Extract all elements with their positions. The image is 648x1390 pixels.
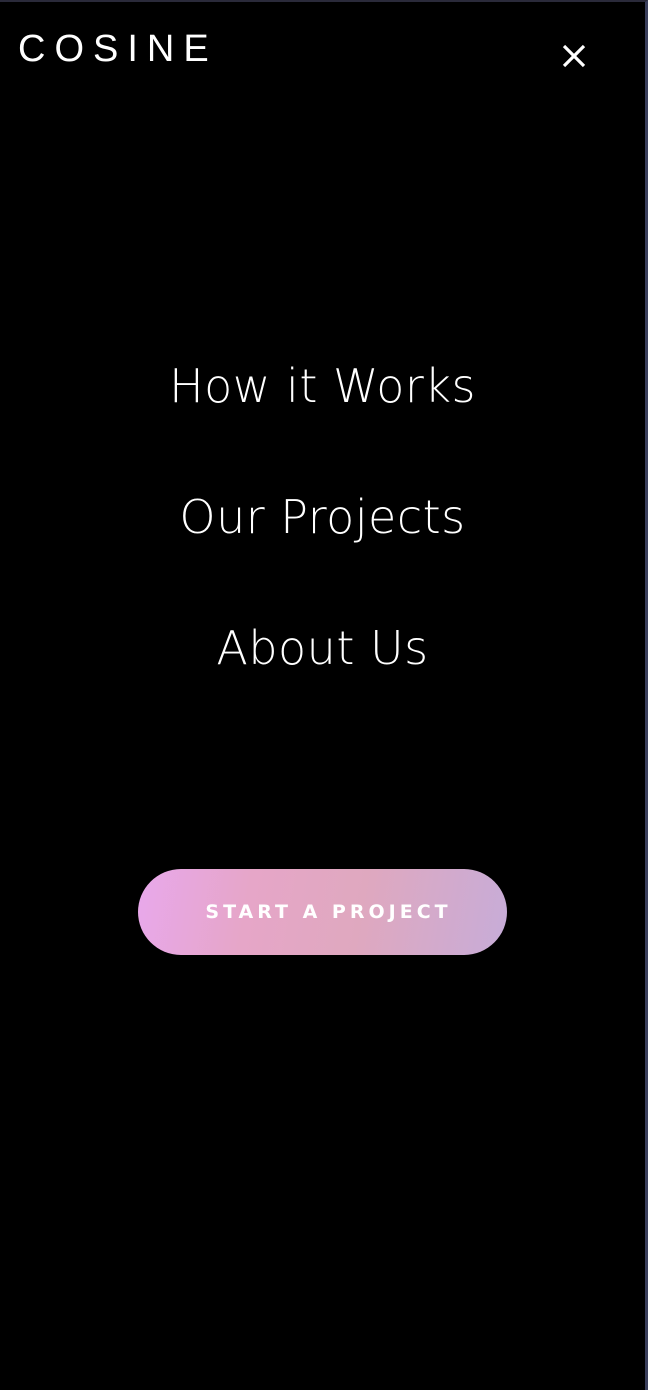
nav-link-our-projects[interactable]: Our Projects [0, 485, 645, 549]
nav-link-how-it-works[interactable]: How it Works [0, 354, 645, 418]
start-project-button[interactable]: START A PROJECT [138, 869, 507, 955]
main-nav: How it Works Our Projects About Us [0, 354, 645, 747]
site-logo[interactable]: COSINE [18, 30, 218, 68]
nav-link-about-us[interactable]: About Us [0, 616, 645, 680]
close-icon [562, 44, 586, 68]
start-project-label: START A PROJECT [205, 901, 452, 923]
close-menu-button[interactable] [552, 34, 596, 78]
mobile-menu-overlay: COSINE How it Works Our Projects About U… [0, 0, 648, 1390]
